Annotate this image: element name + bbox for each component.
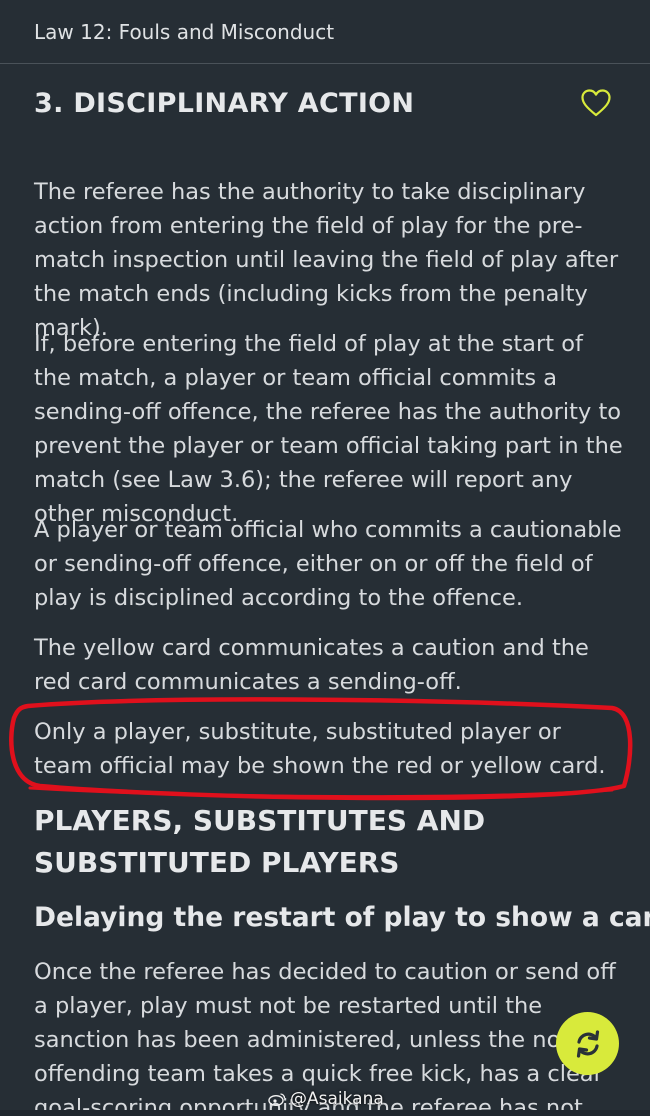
- refresh-icon: [576, 1029, 599, 1058]
- bottom-edge: [0, 1110, 650, 1116]
- paragraph-delay: Once the referee has decided to caution …: [34, 959, 616, 1110]
- refresh-button[interactable]: [556, 1012, 619, 1075]
- heading-delaying-restart: Delaying the restart of play to show a c…: [34, 902, 650, 933]
- paragraph-cards: The yellow card communicates a caution a…: [34, 635, 589, 695]
- paragraph-before-match: If, before entering the field of play at…: [34, 331, 623, 527]
- law-title: Law 12: Fouls and Misconduct: [34, 20, 335, 44]
- top-bar: Law 12: Fouls and Misconduct: [0, 0, 650, 64]
- paragraph-authority: The referee has the authority to take di…: [34, 179, 619, 341]
- paragraph-offence: A player or team official who commits a …: [34, 517, 622, 611]
- paragraph-highlighted: Only a player, substitute, substituted p…: [34, 719, 606, 779]
- section-title: 3. DISCIPLINARY ACTION: [34, 88, 415, 119]
- heading-players-substitutes: PLAYERS, SUBSTITUTES AND SUBSTITUTED PLA…: [34, 804, 486, 879]
- heart-outline-icon[interactable]: [580, 87, 612, 119]
- watermark: @Asaikana: [268, 1089, 384, 1109]
- weibo-logo-icon: [268, 1093, 286, 1106]
- watermark-text: @Asaikana: [290, 1089, 384, 1109]
